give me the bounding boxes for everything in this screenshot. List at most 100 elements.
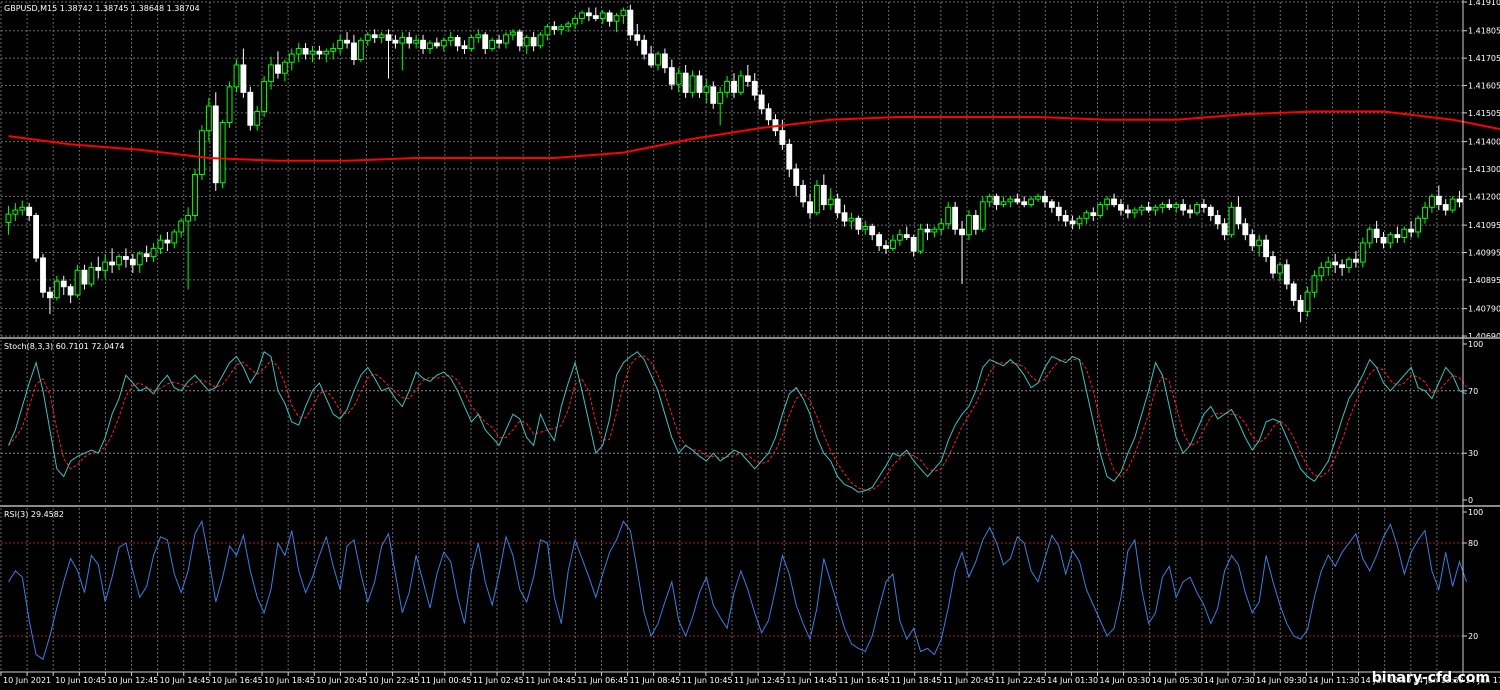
rsi-title: RSI(3) 29.4582 xyxy=(4,510,64,519)
candle-body xyxy=(1104,198,1111,206)
candle-body xyxy=(896,234,903,241)
candle-body xyxy=(1235,206,1242,225)
time-axis-label: 10 Jun 20:45 xyxy=(316,676,367,685)
candle-body xyxy=(1145,206,1152,211)
candle-body xyxy=(81,269,88,285)
candle-body xyxy=(710,86,717,104)
candle-body xyxy=(1387,234,1394,244)
candle-body xyxy=(1042,195,1048,203)
candle-body xyxy=(371,34,378,39)
candle-body xyxy=(834,198,841,214)
candle-body xyxy=(385,34,392,41)
candle-body xyxy=(1097,204,1104,217)
candle-body xyxy=(433,42,440,47)
candle-body xyxy=(413,39,420,44)
candle-body xyxy=(565,23,572,28)
candle-body xyxy=(641,39,648,55)
candle-body xyxy=(1263,239,1269,258)
candle-body xyxy=(26,206,33,217)
price-axis-label: 1.41605 xyxy=(1468,82,1500,91)
candle-body xyxy=(675,72,682,85)
candle-body xyxy=(392,39,399,44)
candle-body xyxy=(1028,198,1035,206)
price-axis-label: 1.41705 xyxy=(1468,54,1500,63)
candle-body xyxy=(1111,198,1117,206)
candle-body xyxy=(143,253,150,258)
candle-body xyxy=(1207,206,1214,217)
candle-body xyxy=(1021,201,1028,206)
candle-body xyxy=(1283,264,1290,285)
candle-body xyxy=(281,61,288,74)
time-axis-label: 11 Jun 22:45 xyxy=(995,676,1046,685)
candle-body xyxy=(1442,204,1449,211)
candle-body xyxy=(378,34,385,39)
candle-body xyxy=(1166,204,1173,208)
candle-body xyxy=(1256,239,1263,247)
candle-body xyxy=(129,258,136,266)
candle-body xyxy=(800,184,807,203)
candle-body xyxy=(316,50,323,55)
time-axis-label: 14 Jun 09:30 xyxy=(1256,676,1307,685)
trading-chart[interactable]: 1.41910 1.41805 1.41705 1.41605 1.41505 1.414… xyxy=(0,0,1500,690)
candle-body xyxy=(544,26,551,36)
candle-body xyxy=(468,37,475,50)
candle-body xyxy=(109,261,116,266)
candle-body xyxy=(585,12,592,17)
rsi-axis-label: 100 xyxy=(1468,508,1483,517)
candle xyxy=(212,92,219,191)
candle-body xyxy=(737,75,744,93)
candle-body xyxy=(212,105,219,184)
candle-body xyxy=(1228,206,1235,236)
candle-body xyxy=(1401,228,1408,238)
candle-body xyxy=(516,31,523,47)
candle-body xyxy=(420,39,426,50)
candle-body xyxy=(1014,198,1021,203)
stoch-axis-label: 100 xyxy=(1468,340,1483,349)
price-chart-title: GBPUSD,M15 1.38742 1.38745 1.38648 1.387… xyxy=(4,4,200,13)
candle xyxy=(814,179,820,216)
time-axis-label: 11 Jun 14:45 xyxy=(786,676,837,685)
pane-separator xyxy=(0,505,1500,507)
candle xyxy=(1449,196,1456,213)
time-axis-label: 11 Jun 00:45 xyxy=(421,676,472,685)
candle-body xyxy=(427,42,433,50)
time-axis-label: 14 Jun 07:30 xyxy=(1204,676,1255,685)
candle xyxy=(1228,201,1235,238)
candle-body xyxy=(814,184,820,214)
candle xyxy=(1097,201,1104,219)
candle xyxy=(199,125,205,180)
price-axis-label: 1.40895 xyxy=(1468,276,1500,285)
candle-body xyxy=(972,215,979,230)
candle-body xyxy=(254,111,261,126)
candle-body xyxy=(1276,264,1283,274)
candle-body xyxy=(827,198,834,206)
candle-body xyxy=(613,15,620,22)
rsi-axis-label: 20 xyxy=(1468,632,1478,641)
time-axis-label: 11 Jun 04:45 xyxy=(525,676,576,685)
candle-body xyxy=(1221,223,1228,236)
candle-body xyxy=(261,80,268,113)
candle-body xyxy=(627,9,634,36)
time-axis-label: 14 Jun 11:30 xyxy=(1308,676,1359,685)
candle-body xyxy=(1131,209,1138,214)
candle-body xyxy=(523,37,530,47)
price-axis-label: 1.41200 xyxy=(1468,192,1500,201)
candle-body xyxy=(1083,212,1090,219)
candle-body xyxy=(1007,198,1014,203)
time-axis-label: 11 Jun 18:45 xyxy=(891,676,942,685)
candle-body xyxy=(447,37,454,41)
candle-body xyxy=(364,34,371,41)
candle-body xyxy=(579,12,585,19)
candle-body xyxy=(551,26,558,30)
candle-body xyxy=(205,105,212,132)
candle-body xyxy=(634,34,641,41)
candle-body xyxy=(406,37,413,44)
candle-body xyxy=(841,212,848,222)
candle-body xyxy=(482,34,489,50)
candle-body xyxy=(1062,215,1069,222)
price-axis-label: 1.41910 xyxy=(1468,0,1500,7)
candle-body xyxy=(793,168,800,186)
candle-body xyxy=(717,91,724,104)
candle-body xyxy=(309,50,316,55)
candle-body xyxy=(475,34,482,39)
